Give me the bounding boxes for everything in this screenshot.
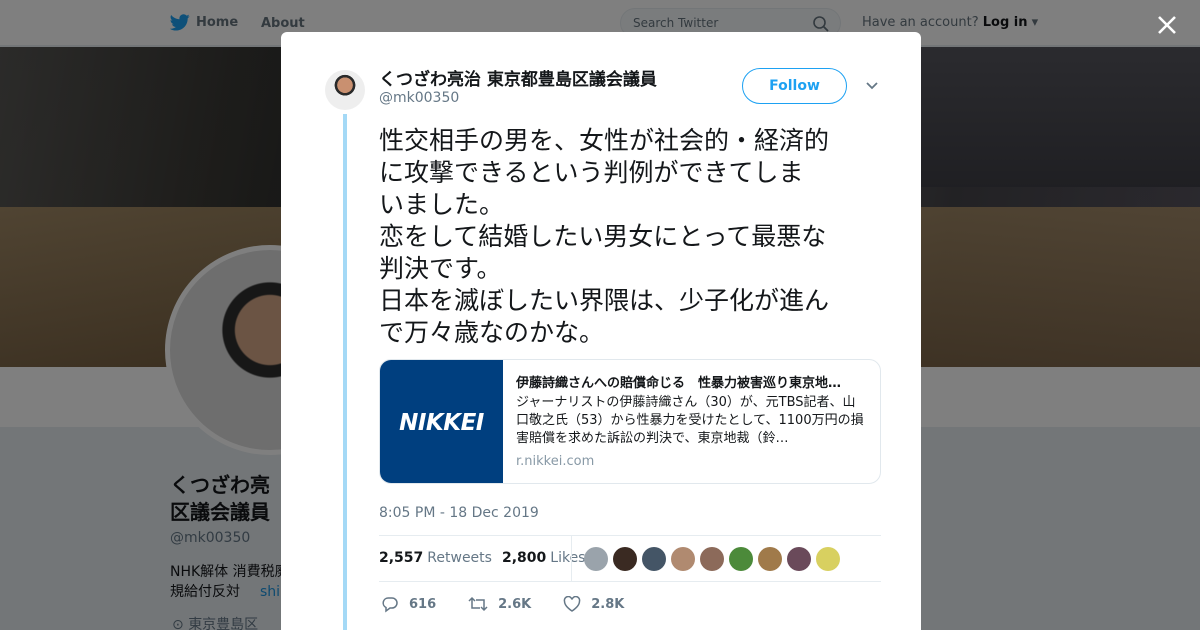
retweet-count: 2.6K bbox=[498, 596, 532, 612]
card-domain: r.nikkei.com bbox=[516, 454, 595, 469]
follow-button[interactable]: Follow bbox=[742, 68, 847, 104]
likes-count: 2,800 bbox=[501, 550, 547, 566]
liker-avatar[interactable] bbox=[584, 547, 608, 571]
nikkei-logo-image: NIKKEI bbox=[380, 360, 503, 483]
heart-icon bbox=[563, 596, 581, 612]
tweet-modal: くつざわ亮治 東京都豊島区議会議員 @mk00350 Follow 性交相手の男… bbox=[281, 32, 921, 630]
divider bbox=[379, 535, 881, 536]
liker-avatar[interactable] bbox=[816, 547, 840, 571]
close-icon[interactable] bbox=[1154, 12, 1180, 38]
author-handle[interactable]: @mk00350 bbox=[379, 90, 459, 106]
divider bbox=[379, 581, 881, 582]
tweet-text: 性交相手の男を、女性が社会的・経済的 に攻撃できるという判例ができてしま いまし… bbox=[379, 126, 830, 347]
retweet-icon bbox=[468, 596, 488, 612]
liker-avatar[interactable] bbox=[613, 547, 637, 571]
reply-action[interactable]: 616 bbox=[381, 595, 436, 613]
likes-stat[interactable]: 2,800 Likes bbox=[502, 550, 586, 566]
liker-avatar[interactable] bbox=[787, 547, 811, 571]
author-name[interactable]: くつざわ亮治 東京都豊島区議会議員 bbox=[379, 65, 657, 90]
thread-line bbox=[343, 114, 347, 630]
stats-separator bbox=[571, 536, 572, 581]
card-description: ジャーナリストの伊藤詩織さん（30）が、元TBS記者、山口敬之氏（53）から性暴… bbox=[516, 395, 864, 446]
tweet-actions: 616 2.6K 2.8K bbox=[381, 595, 656, 613]
liker-avatar[interactable] bbox=[671, 547, 695, 571]
card-title: 伊藤詩織さんへの賠償命じる 性暴力被害巡り東京地… bbox=[516, 376, 842, 391]
reply-count: 616 bbox=[409, 596, 437, 612]
retweet-action[interactable]: 2.6K bbox=[468, 595, 531, 613]
retweets-count: 2,557 bbox=[379, 550, 424, 566]
like-action[interactable]: 2.8K bbox=[563, 595, 624, 613]
like-count: 2.8K bbox=[591, 596, 625, 612]
chevron-down-icon[interactable] bbox=[865, 81, 879, 91]
likes-label: Likes bbox=[550, 550, 586, 566]
tweet-stats: 2,557 Retweets 2,800 Likes bbox=[379, 550, 585, 566]
link-card[interactable]: NIKKEI 伊藤詩織さんへの賠償命じる 性暴力被害巡り東京地… ジャーナリスト… bbox=[379, 359, 881, 484]
likers-avatars bbox=[584, 547, 840, 571]
retweets-stat[interactable]: 2,557 Retweets bbox=[379, 550, 492, 566]
liker-avatar[interactable] bbox=[700, 547, 724, 571]
author-avatar[interactable] bbox=[325, 70, 365, 110]
retweets-label: Retweets bbox=[427, 550, 492, 566]
reply-icon bbox=[382, 597, 398, 613]
liker-avatar[interactable] bbox=[642, 547, 666, 571]
liker-avatar[interactable] bbox=[729, 547, 753, 571]
liker-avatar[interactable] bbox=[758, 547, 782, 571]
tweet-timestamp[interactable]: 8:05 PM - 18 Dec 2019 bbox=[379, 505, 539, 521]
